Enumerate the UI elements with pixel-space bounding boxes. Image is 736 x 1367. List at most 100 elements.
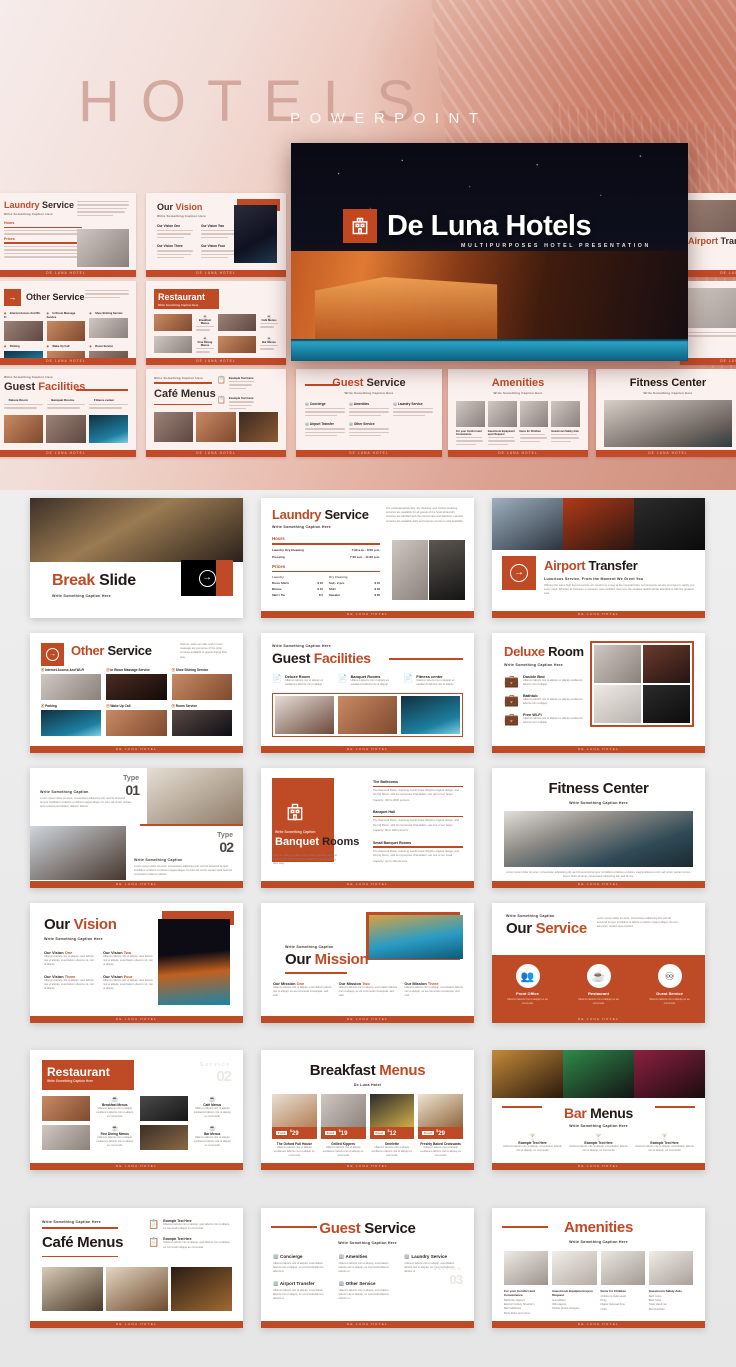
slide-cafe-menus[interactable]: Write Something Caption Here Café Menus … [30,1208,243,1328]
price-col-header: Laundry [272,575,284,580]
slide-amenities[interactable]: Amenities Write Something Caption Here F… [492,1208,705,1328]
vision-item[interactable]: Our Vision Two Ullamco laboris nisi ut al… [103,950,154,968]
service-item[interactable]: 👥 Front Office Ullamco laboris nisi ut a… [492,964,563,1006]
document-icon: 📄 [272,674,282,683]
mission-item[interactable]: Our Mission Three Ullamco laboris nisi ut… [404,981,463,999]
guest-service-item[interactable]: 🏢 Other Service Ullamco laboris nisi ut a… [339,1281,397,1302]
thumb-other-service[interactable]: → Other Service ◉ Internet Access And Wi… [0,281,136,365]
service-item[interactable]: ⦿ In Room Massage Service [106,667,167,700]
menu-item[interactable]: Food $19 Grilled Kippers Ullamco laboris … [320,1094,366,1159]
hanger-icon: ♾ [657,964,682,988]
slide-guest-service[interactable]: Guest Service Write Something Caption He… [261,1208,474,1328]
price-label: Sweater [329,593,341,598]
clipboard-icon: 📋 [217,377,226,384]
slide-other-service[interactable]: → Other Service Internet, wake-up calls,… [30,633,243,753]
bar-item[interactable]: 🍸 Example Text Here Ullamco laboris nisi u… [503,1134,562,1153]
banquet-item[interactable]: Banquet Hall The Diamond Room, featuring… [373,810,463,833]
mission-item[interactable]: Our Mission Two Ullamco laboris nisi ut a… [339,981,398,999]
thumb-footer: DE LUNA HOTEL [648,451,688,455]
cafe-item[interactable]: 📋 Example Text Here Ullamco laboris nisi u… [148,1219,232,1231]
slide-footer: DE LUNA HOTEL [115,747,158,751]
vision-item[interactable]: Our Vision Four Ullamco laboris nisi ut a… [103,974,154,992]
break-arrow-block[interactable]: → [181,560,233,596]
building-icon: 🏢 [273,1254,279,1259]
slide-room-types[interactable]: Type 01 Write Something Caption Lorem ip… [30,768,243,888]
slide-footer: DE LUNA HOTEL [577,747,620,751]
slide-footer: DE LUNA HOTEL [577,1322,620,1326]
slide-our-mission[interactable]: Write Something Caption Our Mission Our … [261,903,474,1023]
facility-item[interactable]: 📄 Fitness center Ullamco laboris nisi ut a… [403,674,463,687]
document-icon: 📄 [89,398,94,402]
slide-breakfast-menus[interactable]: Breakfast Menus De Luna Hotel Food $29 Th… [261,1050,474,1170]
bar-item[interactable]: 🍸 Example Text Here Ullamco laboris nisi u… [635,1134,694,1153]
price-value: $ 32 [374,587,380,592]
thumb-fitness-center[interactable]: Fitness Center Write Something Caption H… [596,369,736,457]
service-item[interactable]: ⦿ Shoe Shining Service [171,667,232,700]
pool-decor [291,341,688,361]
slide-break-slide[interactable]: Break Slide Write Something Caption Here… [30,498,243,618]
thumb-guest-service[interactable]: Guest Service Write Something Caption He… [296,369,442,457]
hours-row-value: 7:30 a.m. - 8:00 p.m. [351,547,380,552]
bar-item[interactable]: 🍸 Example Text Here Ullamco laboris nisi u… [569,1134,628,1153]
slide-banquet-rooms[interactable]: Write Something Caption Banquet Rooms In… [261,768,474,888]
cafe-item[interactable]: 📋 Example Text Here Ullamco laboris nisi u… [148,1237,232,1249]
thumb-amenities[interactable]: Amenities Write Something Caption Here F… [448,369,588,457]
banquet-item[interactable]: The Ballrooms The Diamond Room, featurin… [373,780,463,803]
thumb-guest-facilities[interactable]: Write Something Caption Here Guest Facil… [0,369,136,457]
service-item[interactable]: ⦿ Parking [41,703,102,736]
slide-bar-menus[interactable]: Bar Menus Write Something Caption Here 🍸… [492,1050,705,1170]
guest-service-item[interactable]: 🏢 Concierge Ullamco laboris nisi ut aliqu… [273,1254,331,1275]
slide-our-vision[interactable]: Our Vision Write Something Caption Here … [30,903,243,1023]
service-item[interactable]: ⦿ Wake Up Call [106,703,167,736]
slide-body: Offering the same high level of service … [544,584,695,596]
slide-footer: DE LUNA HOTEL [115,1164,158,1168]
banquet-item[interactable]: Small Banquet Rooms The Diamond Room, fe… [373,841,463,864]
thumb-footer: DE LUNA HOTEL [46,359,86,363]
thumb-caption: Write Something Caption Here [4,375,53,379]
slide-footer: DE LUNA HOTEL [346,1322,389,1326]
slide-our-service[interactable]: Write Something Caption Our Service Lore… [492,903,705,1023]
thumb-cafe-menus[interactable]: Write Something Caption Here Café Menus … [146,369,286,457]
thumb-our-vision[interactable]: Our Vision Write Something Caption Here … [146,193,286,277]
coffee-cup-icon: ☕ [208,1097,216,1103]
amenity-column: Guestroom Safety Aids Bath Grips Bath Sto… [648,1289,682,1311]
slide-deluxe-room[interactable]: Deluxe Room Write Something Caption Here… [492,633,705,753]
hero-title-slide[interactable]: De Luna Hotels MULTIPURPOSES HOTEL PRESE… [291,143,688,361]
circle-icon: ◉ [4,345,7,348]
menu-item[interactable]: Food $29 The Oxford Full House Ullamco la… [272,1094,317,1159]
service-item[interactable]: ☕ Restaurant Ullamco laboris nisi ut ali… [563,964,634,1006]
service-item[interactable]: ⦿ Room Service [171,703,232,736]
thumb-restaurant[interactable]: Restaurant Write Something Caption Here … [146,281,286,365]
guest-service-item[interactable]: 🏢 Airport Transfer Ullamco laboris nisi u… [273,1281,331,1302]
menu-item[interactable]: Food $12 Omelette Ullamco laboris nisi ut… [369,1094,415,1159]
service-item[interactable]: ♾ Guest Service Ullamco laboris nisi ut … [634,964,705,1006]
guest-service-item[interactable]: 🏢 Amenities Ullamco laboris nisi ut aliqu… [339,1254,397,1275]
thumb-laundry-service[interactable]: Laundry Service Write Something Caption … [0,193,136,277]
facility-item[interactable]: 📄 Deluxe Room Ullamco laboris nisi ut aliq… [272,674,332,687]
slide-laundry-service[interactable]: Laundry Service Write Something Caption … [261,498,474,618]
hours-row-value: 7:30 a.m. - 11:00 p.m. [349,554,380,559]
vision-item[interactable]: Our Vision Three Ullamco laboris nisi ut … [44,974,95,992]
slide-caption: Write Something Caption Here [569,1124,628,1128]
vision-item[interactable]: Our Vision One Ullamco laboris nisi ut al… [44,950,95,968]
service-item[interactable]: ⦿ Internet Access And Wi-Fi [41,667,102,700]
slide-airport-transfer[interactable]: → Airport Transfer Luxurious Service, Fr… [492,498,705,618]
slide-restaurant[interactable]: Restaurant Write Something Caption Here … [30,1050,243,1170]
slide-footer: DE LUNA HOTEL [115,1017,158,1021]
slide-caption: Write Something Caption Here [47,1079,93,1083]
room-feature[interactable]: 💼 Free Wi-Fi Ullamco laboris nisi ut aliqu… [504,712,584,726]
cocktail-icon: 🍸 [660,1135,669,1141]
mission-item[interactable]: Our Mission One Ullamco laboris nisi ut a… [273,981,332,999]
thumb-airport-transfer[interactable]: Airport Transfer DE LUNA HOTEL [680,193,736,277]
building-icon: 🏢 [349,402,353,406]
slide-guest-facilities[interactable]: Write Something Caption Here Guest Facil… [261,633,474,753]
room-feature[interactable]: 💼 Double Bed Ullamco laboris nisi ut aliqu… [504,674,584,688]
slide-fitness-center[interactable]: Fitness Center Write Something Caption H… [492,768,705,888]
room-feature[interactable]: 💼 Bathtub Ullamco laboris nisi ut aliquip … [504,693,584,707]
facility-item[interactable]: 📄 Banquet Rooms Ullamco laboris nisi ut al… [338,674,398,687]
slide-caption: Write Something Caption Here [569,801,628,805]
thumb-extra-slide[interactable]: DE LUNA HOTEL [680,281,736,365]
thumb-caption: Write Something Caption Here [643,391,693,395]
menu-item[interactable]: Food $29 Freshly Baked Croissants Ullamco… [418,1094,463,1159]
hero-brand-lockup: De Luna Hotels [343,209,592,243]
